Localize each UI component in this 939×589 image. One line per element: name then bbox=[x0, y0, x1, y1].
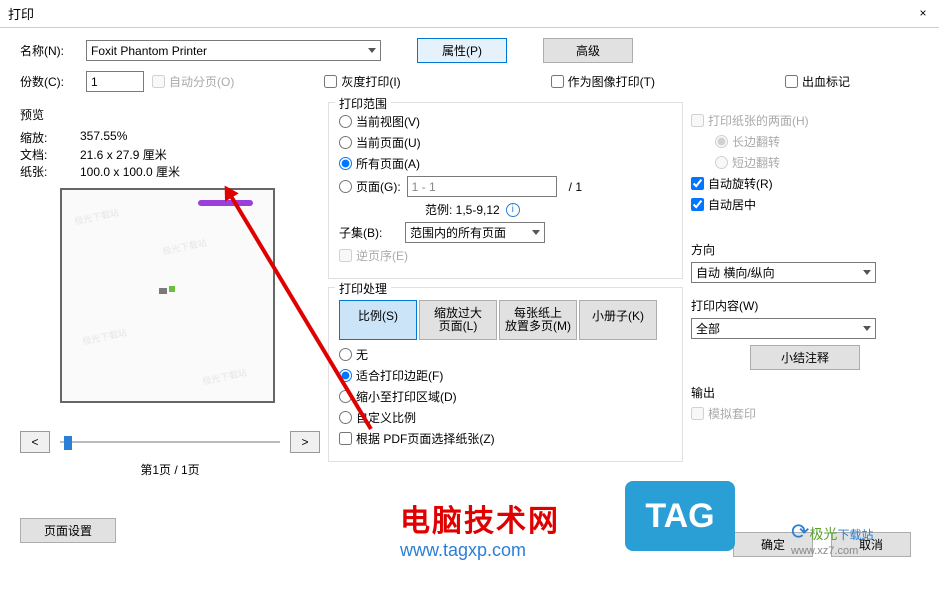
shrink-label: 缩小至打印区域(D) bbox=[356, 388, 457, 405]
summary-button[interactable]: 小结注释 bbox=[750, 345, 860, 370]
output-title: 输出 bbox=[691, 384, 919, 401]
chevron-down-icon bbox=[863, 326, 871, 331]
collate-checkbox[interactable]: 自动分页(O) bbox=[152, 73, 234, 90]
reverse-checkbox[interactable]: 逆页序(E) bbox=[339, 247, 408, 264]
subset-label: 子集(B): bbox=[339, 224, 399, 241]
copies-label: 份数(C): bbox=[20, 73, 78, 90]
pages-label: 页面(G): bbox=[356, 178, 401, 195]
custom-label: 自定义比例 bbox=[356, 409, 416, 426]
subset-value: 范围内的所有页面 bbox=[410, 224, 506, 241]
print-handling-group: 打印处理 比例(S) 缩放过大 页面(L) 每张纸上 放置多页(M) 小册子(K… bbox=[328, 287, 683, 462]
grayscale-label: 灰度打印(I) bbox=[341, 73, 400, 90]
seg-tile[interactable]: 每张纸上 放置多页(M) bbox=[499, 300, 577, 340]
print-range-group: 打印范围 当前视图(V) 当前页面(U) 所有页面(A) 页面(G): / 1 … bbox=[328, 102, 683, 279]
preview-canvas: 极光下载站 极光下载站 极光下载站 极光下载站 bbox=[60, 188, 275, 403]
prev-page-button[interactable]: < bbox=[20, 431, 50, 453]
duplex-label: 打印纸张的两面(H) bbox=[708, 112, 809, 129]
content-title: 打印内容(W) bbox=[691, 297, 919, 314]
bleed-label: 出血标记 bbox=[802, 73, 850, 90]
simulate-label: 模拟套印 bbox=[708, 405, 756, 422]
page-total-label: / 1 bbox=[569, 180, 582, 194]
pages-input[interactable] bbox=[407, 176, 557, 197]
doc-label: 文档: bbox=[20, 146, 80, 163]
watermark-site: ⟳极光下载站 www.xz7.com bbox=[791, 519, 921, 557]
grayscale-checkbox[interactable]: 灰度打印(I) bbox=[324, 73, 400, 90]
next-page-button[interactable]: > bbox=[290, 431, 320, 453]
advanced-button[interactable]: 高级 bbox=[543, 38, 633, 63]
custom-radio[interactable]: 自定义比例 bbox=[339, 409, 416, 426]
shortedge-label: 短边翻转 bbox=[732, 154, 780, 171]
pdfsize-label: 根据 PDF页面选择纸张(Z) bbox=[356, 430, 495, 447]
range-title: 打印范围 bbox=[335, 95, 391, 112]
page-indicator: 第1页 / 1页 bbox=[20, 461, 320, 478]
orient-title: 方向 bbox=[691, 241, 919, 258]
content-value: 全部 bbox=[696, 320, 720, 337]
properties-button[interactable]: 属性(P) bbox=[417, 38, 507, 63]
printer-select[interactable]: Foxit Phantom Printer bbox=[86, 40, 381, 61]
page-slider[interactable] bbox=[60, 431, 280, 453]
chevron-down-icon bbox=[532, 230, 540, 235]
reverse-label: 逆页序(E) bbox=[356, 247, 408, 264]
current-view-label: 当前视图(V) bbox=[356, 113, 420, 130]
shortedge-radio[interactable]: 短边翻转 bbox=[715, 154, 909, 171]
close-icon[interactable]: × bbox=[915, 6, 931, 22]
handle-title: 打印处理 bbox=[335, 280, 391, 297]
longedge-radio[interactable]: 长边翻转 bbox=[715, 133, 909, 150]
dialog-title: 打印 bbox=[8, 4, 34, 23]
asimage-checkbox[interactable]: 作为图像打印(T) bbox=[551, 73, 655, 90]
duplex-checkbox[interactable]: 打印纸张的两面(H) bbox=[691, 112, 909, 129]
all-pages-label: 所有页面(A) bbox=[356, 155, 420, 172]
seg-booklet[interactable]: 小册子(K) bbox=[579, 300, 657, 340]
subset-select[interactable]: 范围内的所有页面 bbox=[405, 222, 545, 243]
chevron-down-icon bbox=[863, 270, 871, 275]
bleed-checkbox[interactable]: 出血标记 bbox=[785, 73, 850, 90]
asimage-label: 作为图像打印(T) bbox=[568, 73, 655, 90]
seg-fit[interactable]: 缩放过大 页面(L) bbox=[419, 300, 497, 340]
longedge-label: 长边翻转 bbox=[732, 133, 780, 150]
current-page-radio[interactable]: 当前页面(U) bbox=[339, 134, 421, 151]
none-label: 无 bbox=[356, 346, 368, 363]
orient-value: 自动 横向/纵向 bbox=[696, 264, 775, 281]
preview-content-icon bbox=[159, 286, 177, 296]
page-setup-button[interactable]: 页面设置 bbox=[20, 518, 116, 543]
content-select[interactable]: 全部 bbox=[691, 318, 876, 339]
autocenter-label: 自动居中 bbox=[708, 196, 756, 213]
chevron-down-icon bbox=[368, 48, 376, 53]
doc-value: 21.6 x 27.9 厘米 bbox=[80, 146, 167, 163]
zoom-value: 357.55% bbox=[80, 129, 127, 146]
autocenter-checkbox[interactable]: 自动居中 bbox=[691, 196, 909, 213]
autorotate-checkbox[interactable]: 自动旋转(R) bbox=[691, 175, 909, 192]
current-view-radio[interactable]: 当前视图(V) bbox=[339, 113, 420, 130]
info-icon[interactable]: i bbox=[506, 203, 520, 217]
copies-input[interactable] bbox=[86, 71, 144, 92]
zoom-label: 缩放: bbox=[20, 129, 80, 146]
fitmargin-radio[interactable]: 适合打印边距(F) bbox=[339, 367, 443, 384]
none-radio[interactable]: 无 bbox=[339, 346, 368, 363]
shrink-radio[interactable]: 缩小至打印区域(D) bbox=[339, 388, 457, 405]
fitmargin-label: 适合打印边距(F) bbox=[356, 367, 443, 384]
preview-title: 预览 bbox=[20, 106, 320, 123]
seg-scale[interactable]: 比例(S) bbox=[339, 300, 417, 340]
orient-select[interactable]: 自动 横向/纵向 bbox=[691, 262, 876, 283]
collate-label: 自动分页(O) bbox=[169, 73, 234, 90]
current-page-label: 当前页面(U) bbox=[356, 134, 421, 151]
autorotate-label: 自动旋转(R) bbox=[708, 175, 773, 192]
all-pages-radio[interactable]: 所有页面(A) bbox=[339, 155, 420, 172]
simulate-checkbox[interactable]: 模拟套印 bbox=[691, 405, 919, 422]
paper-value: 100.0 x 100.0 厘米 bbox=[80, 163, 180, 180]
paper-label: 纸张: bbox=[20, 163, 80, 180]
pages-radio[interactable]: 页面(G): bbox=[339, 178, 401, 195]
range-example: 范例: 1,5-9,12 bbox=[425, 201, 500, 218]
pdfsize-checkbox[interactable]: 根据 PDF页面选择纸张(Z) bbox=[339, 430, 495, 447]
watermark-tag: TAG bbox=[625, 481, 735, 551]
preview-purple-bar bbox=[198, 200, 253, 206]
name-label: 名称(N): bbox=[20, 42, 78, 59]
printer-value: Foxit Phantom Printer bbox=[91, 44, 207, 58]
